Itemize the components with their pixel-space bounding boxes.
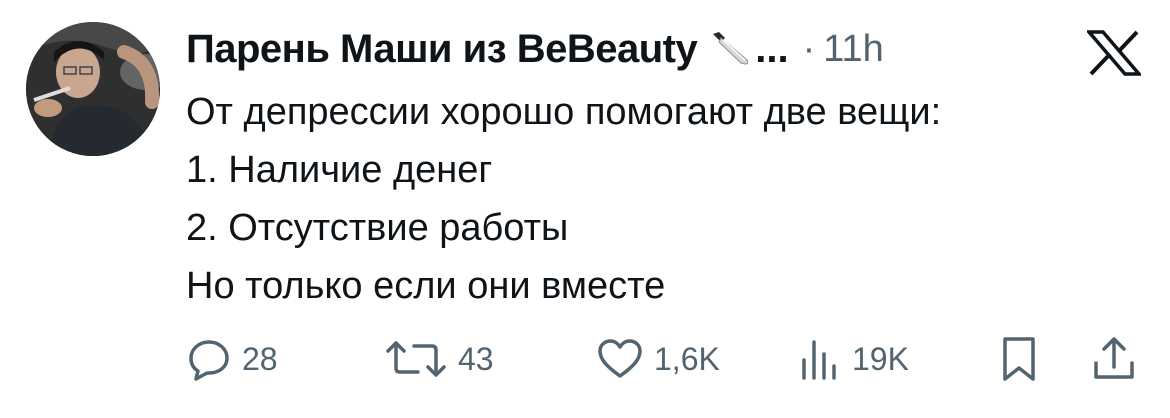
reply-icon [189, 340, 229, 381]
tweet-actions: 28 43 1,6K 19K [186, 332, 1146, 386]
bookmark-button[interactable] [999, 332, 1039, 386]
reply-count: 28 [242, 340, 278, 377]
tweet-header: Парень Маши из BeBeauty ... · 11h [186, 22, 884, 76]
avatar-photo [26, 22, 160, 156]
reply-button[interactable]: 28 [186, 332, 278, 386]
tweet-text-line: Но только если они вместе [186, 265, 666, 307]
tweet-time[interactable]: 11h [823, 28, 884, 71]
separator-dot: · [802, 27, 816, 70]
retweet-count: 43 [458, 340, 494, 377]
like-count: 1,6K [654, 340, 720, 377]
heart-icon [598, 339, 642, 378]
name-ellipsis: ... [755, 26, 789, 71]
bookmark-icon [1003, 337, 1035, 381]
views-button[interactable]: 19K [796, 332, 909, 386]
x-logo-icon [1085, 30, 1143, 76]
retweet-button[interactable]: 43 [384, 332, 494, 386]
tweet-text: От депрессии хорошо помогают две вещи: 1… [186, 83, 1146, 315]
tweet-text-line: 2. Отсутствие работы [186, 207, 569, 249]
avatar[interactable] [26, 22, 160, 156]
share-icon [1094, 337, 1134, 379]
retweet-icon [386, 341, 446, 377]
author-name[interactable]: Парень Маши из BeBeauty [186, 27, 698, 72]
tweet-text-line: От депрессии хорошо помогают две вещи: [186, 91, 942, 133]
share-button[interactable] [1091, 332, 1137, 386]
tweet-text-line: 1. Наличие денег [186, 149, 493, 191]
knife-icon [709, 28, 751, 70]
like-button[interactable]: 1,6K [596, 332, 720, 386]
views-bar-chart-icon [802, 340, 836, 380]
views-count: 19K [852, 340, 909, 377]
